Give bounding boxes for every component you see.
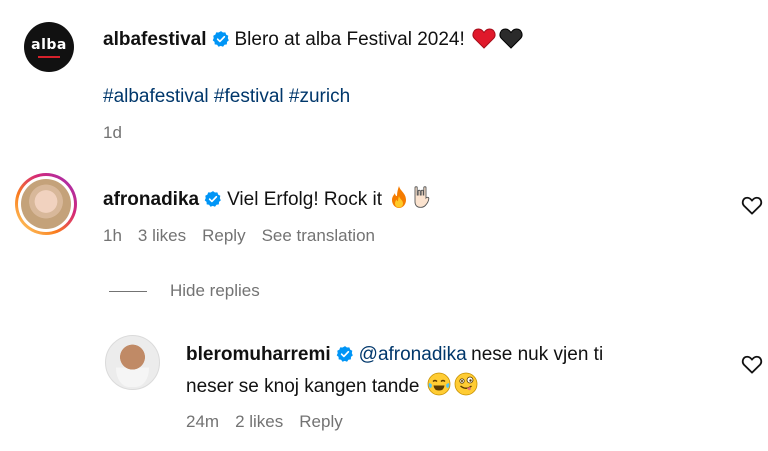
albafestival-avatar[interactable]: alba xyxy=(24,22,74,72)
reply-username[interactable]: bleromuharremi xyxy=(186,344,331,365)
reply-text-line2: neser se knoj kangen tande xyxy=(186,376,420,397)
post-caption-text: Blero at alba Festival 2024! xyxy=(234,29,465,50)
comment-meta: 1h 3 likes Reply See translation xyxy=(103,226,391,246)
comment-text: Viel Erfolg! Rock it xyxy=(227,189,382,210)
post-hashtags[interactable]: #albafestival #festival #zurich xyxy=(103,86,350,108)
post-timestamp: 1d xyxy=(103,123,122,142)
comment-username[interactable]: afronadika xyxy=(103,189,199,210)
red-heart-icon xyxy=(472,27,496,54)
comment-reply-button[interactable]: Reply xyxy=(202,226,245,245)
hide-replies-line xyxy=(109,291,147,292)
bleromuharremi-photo xyxy=(116,341,149,387)
verified-badge-icon xyxy=(212,30,230,53)
verified-badge-icon xyxy=(336,345,354,368)
post-username[interactable]: albafestival xyxy=(103,29,207,50)
tears-of-joy-icon xyxy=(427,372,451,401)
black-heart-icon xyxy=(499,27,523,54)
alba-logo-text: alba xyxy=(31,37,67,53)
reply-likes-count[interactable]: 2 likes xyxy=(235,412,283,431)
see-translation-button[interactable]: See translation xyxy=(262,226,375,245)
post-caption: albafestival Blero at alba Festival 2024… xyxy=(103,27,523,54)
comment-body: afronadika Viel Erfolg! Rock it xyxy=(103,185,432,214)
comment-timestamp: 1h xyxy=(103,226,122,245)
alba-logo-underline xyxy=(38,56,60,58)
reply-mention-link[interactable]: @afronadika xyxy=(359,344,467,365)
verified-badge-icon xyxy=(204,190,222,213)
reply-meta: 24m 2 likes Reply xyxy=(186,412,359,432)
bleromuharremi-avatar[interactable] xyxy=(105,335,160,390)
reply-timestamp: 24m xyxy=(186,412,220,431)
fire-icon xyxy=(389,185,409,214)
comment-like-heart-icon[interactable] xyxy=(741,195,763,220)
reply-body-line2: neser se knoj kangen tande xyxy=(186,372,478,401)
reply-reply-button[interactable]: Reply xyxy=(299,412,342,431)
comment-likes-count[interactable]: 3 likes xyxy=(138,226,186,245)
zany-face-icon xyxy=(454,372,478,401)
rock-on-hand-icon xyxy=(412,185,432,214)
afronadika-avatar[interactable] xyxy=(15,173,77,235)
afronadika-photo xyxy=(21,179,71,229)
reply-body: bleromuharremi @afronadika nese nuk vjen… xyxy=(186,344,603,368)
reply-like-heart-icon[interactable] xyxy=(741,354,763,379)
hide-replies-button[interactable]: Hide replies xyxy=(170,281,260,301)
reply-text-line1: nese nuk vjen ti xyxy=(471,344,604,365)
